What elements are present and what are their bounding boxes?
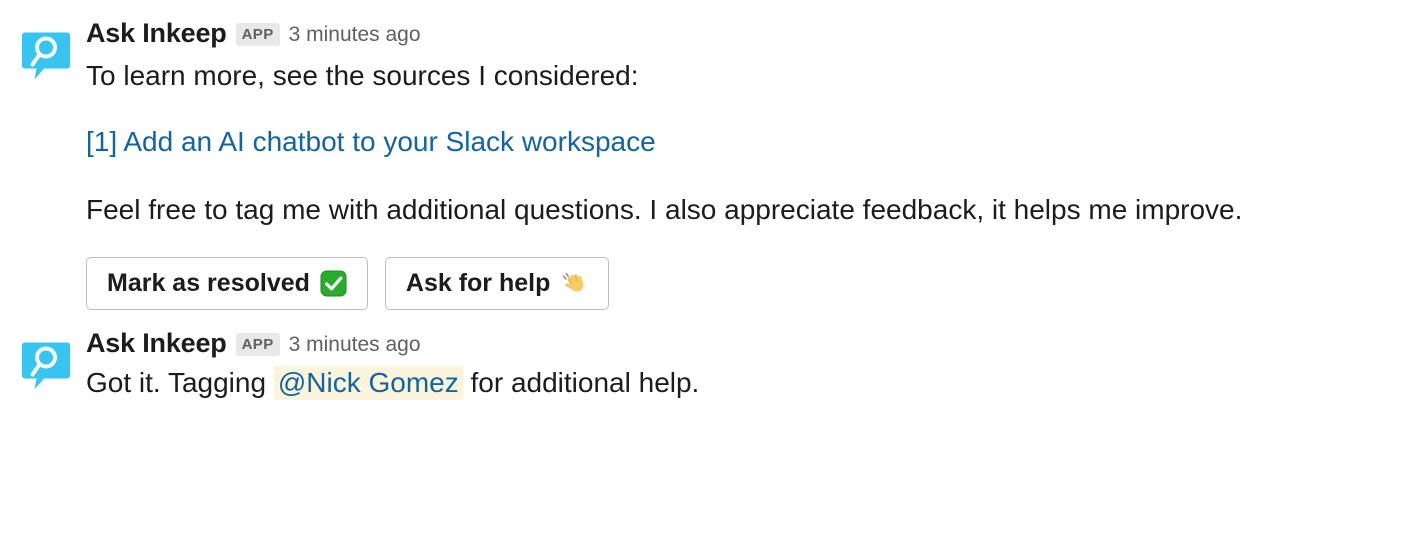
white-check-mark-emoji [320, 270, 347, 297]
sender-name[interactable]: Ask Inkeep [86, 329, 227, 357]
avatar-column [18, 328, 86, 394]
mark-as-resolved-label: Mark as resolved [107, 268, 310, 297]
message-body: Ask Inkeep APP 3 minutes ago Got it. Tag… [86, 328, 1402, 403]
app-badge: APP [235, 22, 280, 46]
source-link-1[interactable]: [1] Add an AI chatbot to your Slack work… [86, 126, 656, 157]
user-mention-nick-gomez[interactable]: @Nick Gomez [273, 366, 463, 401]
tagging-prefix: Got it. Tagging [86, 367, 274, 399]
message-block: Ask Inkeep APP 3 minutes ago To learn mo… [0, 0, 1402, 311]
intro-text: To learn more, see the sources I conside… [86, 60, 639, 91]
inkeep-speech-bubble-search-icon[interactable] [18, 28, 74, 84]
message-block: Ask Inkeep APP 3 minutes ago Got it. Tag… [0, 310, 1402, 403]
ask-for-help-label: Ask for help [405, 268, 551, 297]
message-header: Ask Inkeep APP 3 minutes ago [86, 18, 1382, 48]
source-line: [1] Add an AI chatbot to your Slack work… [86, 122, 1382, 162]
avatar-column [18, 18, 86, 84]
message-header: Ask Inkeep APP 3 minutes ago [86, 328, 1382, 358]
tagging-suffix: for additional help. [462, 367, 700, 399]
slack-thread-container: Ask Inkeep APP 3 minutes ago To learn mo… [0, 0, 1402, 544]
action-buttons-row: Mark as resolved Ask for help [86, 257, 1382, 311]
message-timestamp[interactable]: 3 minutes ago [289, 24, 421, 45]
message-body: Ask Inkeep APP 3 minutes ago To learn mo… [86, 18, 1402, 311]
inkeep-speech-bubble-search-icon[interactable] [18, 338, 74, 394]
mark-as-resolved-button[interactable]: Mark as resolved [86, 257, 368, 311]
tagging-text: Got it. Tagging @Nick Gomez for addition… [86, 363, 1382, 403]
waving-hand-emoji [560, 269, 588, 297]
app-badge: APP [235, 332, 280, 356]
sender-name[interactable]: Ask Inkeep [86, 19, 227, 47]
ask-for-help-button[interactable]: Ask for help [384, 257, 610, 311]
message-timestamp[interactable]: 3 minutes ago [289, 334, 421, 355]
feedback-text: Feel free to tag me with additional ques… [86, 193, 1243, 225]
